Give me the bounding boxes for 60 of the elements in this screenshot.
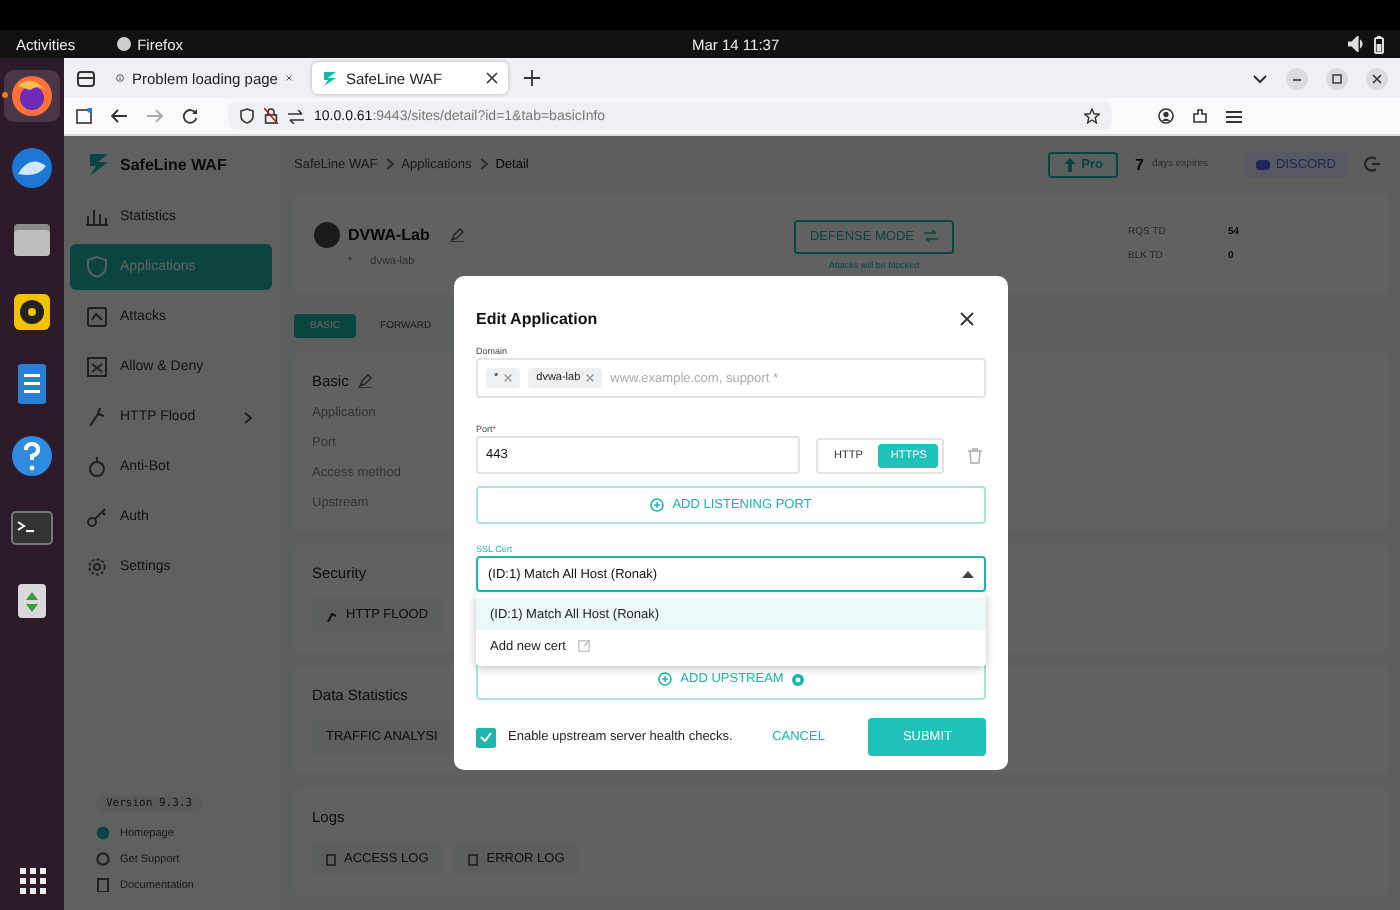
close-icon[interactable] xyxy=(960,312,974,326)
extensions-icon[interactable] xyxy=(1192,108,1208,124)
tab-list-icon[interactable] xyxy=(76,68,96,88)
bookmark-star-icon[interactable] xyxy=(1084,108,1100,124)
battery-icon[interactable] xyxy=(1374,35,1384,53)
bar-chart-icon xyxy=(86,206,108,228)
edit-icon[interactable] xyxy=(449,227,464,241)
sidebar-toggle-icon[interactable] xyxy=(76,108,92,124)
permissions-icon[interactable] xyxy=(288,109,304,123)
alert-icon xyxy=(86,306,108,328)
back-icon[interactable] xyxy=(110,108,128,124)
volume-icon[interactable] xyxy=(1348,36,1364,52)
dock-item[interactable] xyxy=(4,70,60,122)
chevron-right-icon xyxy=(385,158,394,170)
edit-icon[interactable] xyxy=(358,374,373,388)
plus-circle-icon xyxy=(650,498,665,512)
upgrade-icon xyxy=(1063,157,1076,171)
chevron-right-icon xyxy=(479,158,488,170)
swap-icon xyxy=(924,230,938,242)
close-icon[interactable] xyxy=(1366,67,1388,89)
site-name: DVWA-Lab xyxy=(348,225,430,243)
close-icon[interactable] xyxy=(486,72,498,84)
shield-icon xyxy=(86,256,108,278)
brand-name: SafeLine WAF xyxy=(120,156,227,174)
list-icon xyxy=(86,356,108,378)
minimize-icon[interactable] xyxy=(1286,67,1308,89)
plus-circle-icon xyxy=(658,672,673,686)
browser-icon xyxy=(10,74,54,118)
restore-icon[interactable] xyxy=(1326,67,1348,89)
app-icon xyxy=(115,36,132,52)
lock-icon[interactable] xyxy=(264,108,278,124)
days-count: 7 xyxy=(1134,155,1144,173)
mail-bird-icon xyxy=(10,146,54,190)
app-grid-icon[interactable] xyxy=(19,868,45,894)
caret-up-icon xyxy=(962,570,974,578)
info-icon xyxy=(116,70,125,86)
new-tab-icon[interactable] xyxy=(524,70,540,86)
menu-icon[interactable] xyxy=(1226,109,1242,123)
key-icon xyxy=(86,506,108,528)
account-icon[interactable] xyxy=(1158,108,1174,124)
document-icon xyxy=(326,853,336,865)
site-avatar xyxy=(314,221,340,247)
logo-icon xyxy=(322,70,338,86)
running-indicator xyxy=(2,92,8,98)
checkmark-icon xyxy=(480,732,492,742)
logout-icon[interactable] xyxy=(1364,156,1380,172)
speaker-icon xyxy=(10,290,54,334)
reload-icon[interactable] xyxy=(182,108,198,124)
robot-icon xyxy=(86,456,108,478)
document-icon xyxy=(468,853,479,865)
terminal-icon xyxy=(10,506,54,550)
folder-icon xyxy=(10,218,54,262)
settings-icon xyxy=(86,556,108,578)
document-icon xyxy=(96,877,110,893)
tab-overflow-icon[interactable] xyxy=(1252,73,1268,83)
dialog-title: Edit Application xyxy=(476,310,598,328)
close-icon[interactable] xyxy=(285,72,292,84)
shield-icon[interactable] xyxy=(240,108,254,124)
logo-icon xyxy=(88,152,110,178)
health-check-checkbox[interactable] xyxy=(476,727,496,747)
